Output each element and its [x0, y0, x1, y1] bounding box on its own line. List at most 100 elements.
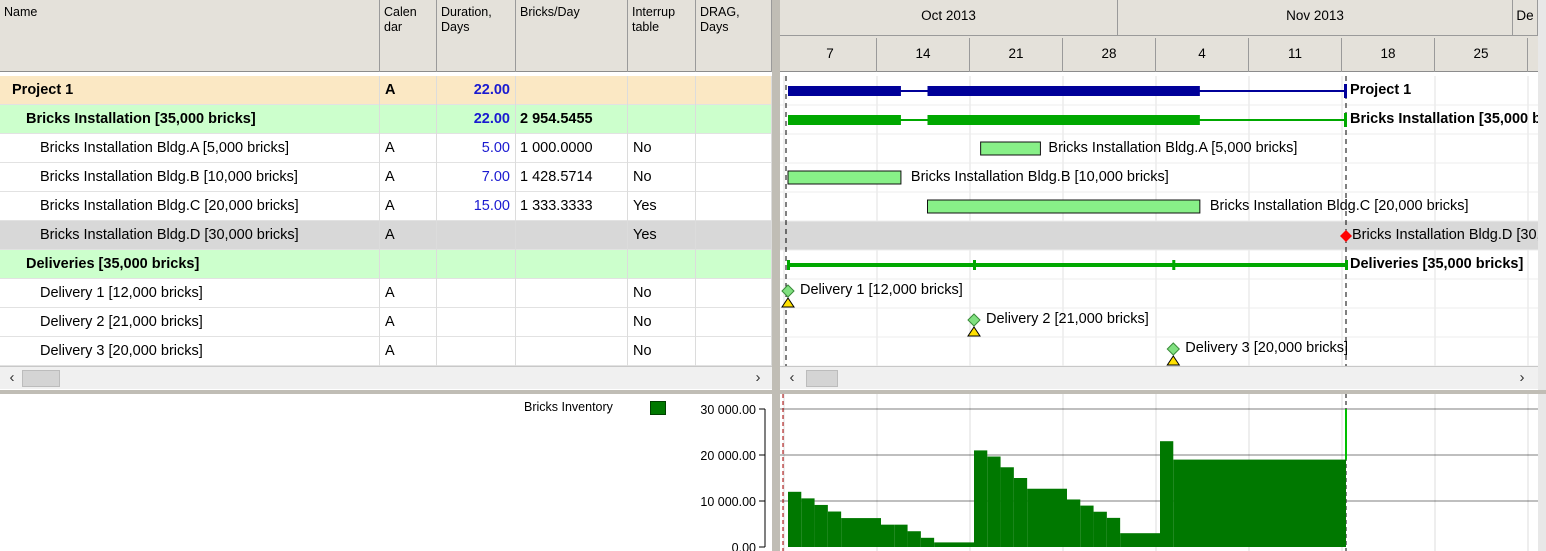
table-row[interactable]: Bricks Installation [35,000 bricks] 22.00… [0, 105, 772, 134]
cell-duration[interactable] [437, 308, 516, 337]
cell-calendar[interactable]: A [380, 76, 437, 105]
task-table: Name Calen dar Duration, Days Bricks/Day Int… [0, 0, 772, 390]
scroll-thumb[interactable] [806, 370, 838, 387]
table-row[interactable]: Bricks Installation Bldg.D [30,000 brick… [0, 221, 772, 250]
cell-drag[interactable] [696, 105, 772, 134]
scroll-left-icon[interactable]: ‹ [782, 367, 802, 389]
cell-calendar[interactable]: A [380, 337, 437, 366]
gantt-hscrollbar[interactable]: ‹ › [780, 366, 1538, 389]
table-row[interactable]: Project 1 A 22.00 [0, 76, 772, 105]
cell-duration[interactable]: 22.00 [437, 76, 516, 105]
column-header-name[interactable]: Name [0, 0, 380, 72]
vertical-splitter[interactable] [772, 0, 780, 551]
project-bar-segment[interactable] [788, 86, 901, 96]
delivery-milestone-icon[interactable] [1166, 342, 1180, 356]
cell-rate[interactable] [516, 221, 628, 250]
column-header-drag[interactable]: DRAG, Days [696, 0, 772, 72]
column-header-duration[interactable]: Duration, Days [437, 0, 516, 72]
cell-name[interactable]: Bricks Installation [35,000 bricks] [0, 105, 380, 134]
cell-name[interactable]: Bricks Installation Bldg.A [5,000 bricks… [0, 134, 380, 163]
column-header-rate[interactable]: Bricks/Day [516, 0, 628, 72]
week-header: 25 [1435, 38, 1528, 72]
cell-rate[interactable] [516, 279, 628, 308]
task-bar[interactable] [980, 141, 1041, 156]
cell-interruptable[interactable] [628, 250, 696, 279]
histogram-axis-panel: Bricks Inventory 30 000.00 20 000.00 10 00… [0, 394, 772, 551]
cell-interruptable[interactable] [628, 105, 696, 134]
cell-name[interactable]: Deliveries [35,000 bricks] [0, 250, 380, 279]
cell-calendar[interactable]: A [380, 221, 437, 250]
cell-calendar[interactable]: A [380, 308, 437, 337]
table-row[interactable]: Bricks Installation Bldg.A [5,000 bricks… [0, 134, 772, 163]
y-tick-label: 20 000.00 [700, 449, 756, 463]
task-bar[interactable] [787, 170, 902, 185]
cell-calendar[interactable] [380, 250, 437, 279]
cell-drag[interactable] [696, 134, 772, 163]
cell-duration[interactable] [437, 221, 516, 250]
cell-drag[interactable] [696, 76, 772, 105]
cell-rate[interactable]: 1 333.3333 [516, 192, 628, 221]
cell-rate[interactable] [516, 337, 628, 366]
cell-interruptable[interactable] [628, 76, 696, 105]
column-header-calendar[interactable]: Calen dar [380, 0, 437, 72]
cell-interruptable[interactable]: No [628, 279, 696, 308]
cell-drag[interactable] [696, 279, 772, 308]
cell-interruptable[interactable]: No [628, 308, 696, 337]
cell-interruptable[interactable]: Yes [628, 221, 696, 250]
cell-rate[interactable] [516, 308, 628, 337]
table-hscrollbar[interactable]: ‹ › [0, 366, 772, 389]
cell-drag[interactable] [696, 337, 772, 366]
cell-rate[interactable] [516, 250, 628, 279]
cell-rate[interactable]: 1 428.5714 [516, 163, 628, 192]
cell-name[interactable]: Delivery 1 [12,000 bricks] [0, 279, 380, 308]
cell-name[interactable]: Bricks Installation Bldg.B [10,000 brick… [0, 163, 380, 192]
cell-duration[interactable]: 22.00 [437, 105, 516, 134]
scroll-right-icon[interactable]: › [1512, 367, 1532, 389]
cell-calendar[interactable] [380, 105, 437, 134]
cell-duration[interactable]: 5.00 [437, 134, 516, 163]
cell-rate[interactable] [516, 76, 628, 105]
task-bar[interactable] [927, 199, 1201, 214]
cell-calendar[interactable]: A [380, 279, 437, 308]
cell-name[interactable]: Bricks Installation Bldg.D [30,000 brick… [0, 221, 380, 250]
cell-name[interactable]: Project 1 [0, 76, 380, 105]
scroll-right-icon[interactable]: › [748, 367, 768, 389]
cell-drag[interactable] [696, 192, 772, 221]
cell-calendar[interactable]: A [380, 134, 437, 163]
cell-duration[interactable]: 7.00 [437, 163, 516, 192]
cell-duration[interactable] [437, 250, 516, 279]
cell-rate[interactable]: 1 000.0000 [516, 134, 628, 163]
cell-calendar[interactable]: A [380, 192, 437, 221]
table-row[interactable]: Bricks Installation Bldg.C [20,000 brick… [0, 192, 772, 221]
cell-interruptable[interactable]: No [628, 163, 696, 192]
cell-drag[interactable] [696, 250, 772, 279]
cell-duration[interactable]: 15.00 [437, 192, 516, 221]
cell-calendar[interactable]: A [380, 163, 437, 192]
delivery-tick [1345, 260, 1348, 270]
table-row[interactable]: Delivery 1 [12,000 bricks] A No [0, 279, 772, 308]
scroll-left-icon[interactable]: ‹ [2, 367, 22, 389]
cell-interruptable[interactable]: Yes [628, 192, 696, 221]
project-bar-segment[interactable] [927, 86, 1200, 96]
cell-name[interactable]: Bricks Installation Bldg.C [20,000 brick… [0, 192, 380, 221]
cell-name[interactable]: Delivery 2 [21,000 bricks] [0, 308, 380, 337]
cell-duration[interactable] [437, 337, 516, 366]
cell-drag[interactable] [696, 308, 772, 337]
cell-drag[interactable] [696, 163, 772, 192]
summary-bar-segment[interactable] [927, 115, 1200, 125]
cell-interruptable[interactable]: No [628, 134, 696, 163]
summary-bar-segment[interactable] [788, 115, 901, 125]
gantt-chart: Oct 2013 Nov 2013 De 7 14 21 28 4 11 18 25 ‹ › Pro… [780, 0, 1538, 390]
table-row[interactable]: Delivery 2 [21,000 bricks] A No [0, 308, 772, 337]
cell-duration[interactable] [437, 279, 516, 308]
table-row[interactable]: Bricks Installation Bldg.B [10,000 brick… [0, 163, 772, 192]
column-header-interruptable[interactable]: Interrup table [628, 0, 696, 72]
scroll-thumb[interactable] [22, 370, 60, 387]
delivery-tick [973, 260, 976, 270]
cell-interruptable[interactable]: No [628, 337, 696, 366]
cell-rate[interactable]: 2 954.5455 [516, 105, 628, 134]
cell-drag[interactable] [696, 221, 772, 250]
cell-name[interactable]: Delivery 3 [20,000 bricks] [0, 337, 380, 366]
table-row[interactable]: Delivery 3 [20,000 bricks] A No [0, 337, 772, 366]
table-row[interactable]: Deliveries [35,000 bricks] [0, 250, 772, 279]
